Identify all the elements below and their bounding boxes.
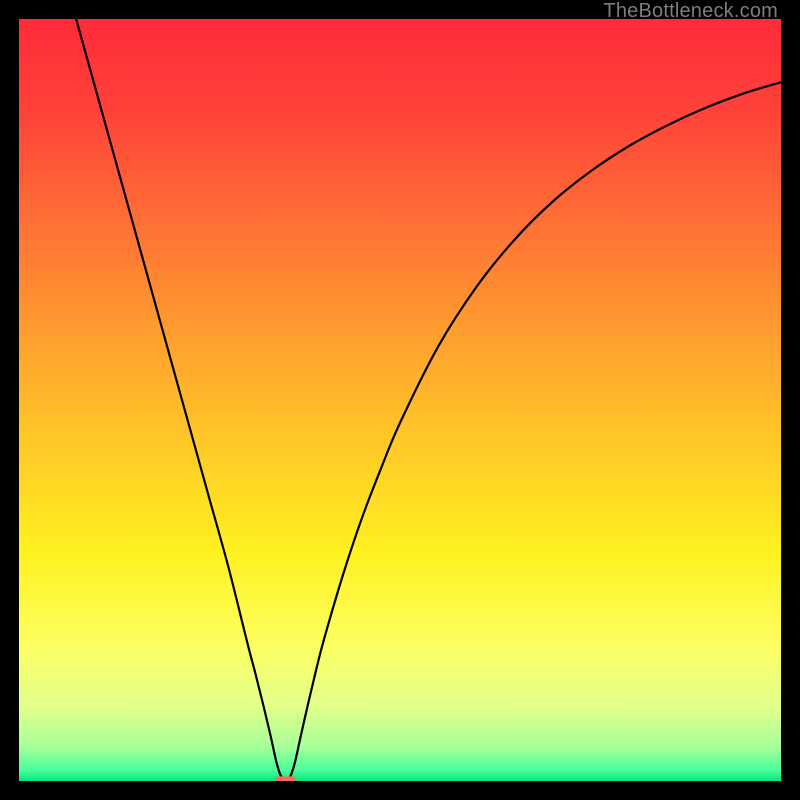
chart-background — [19, 19, 781, 781]
chart-frame — [19, 19, 781, 781]
watermark-text: TheBottleneck.com — [603, 0, 778, 23]
bottleneck-marker — [275, 776, 296, 781]
bottleneck-chart — [19, 19, 781, 781]
